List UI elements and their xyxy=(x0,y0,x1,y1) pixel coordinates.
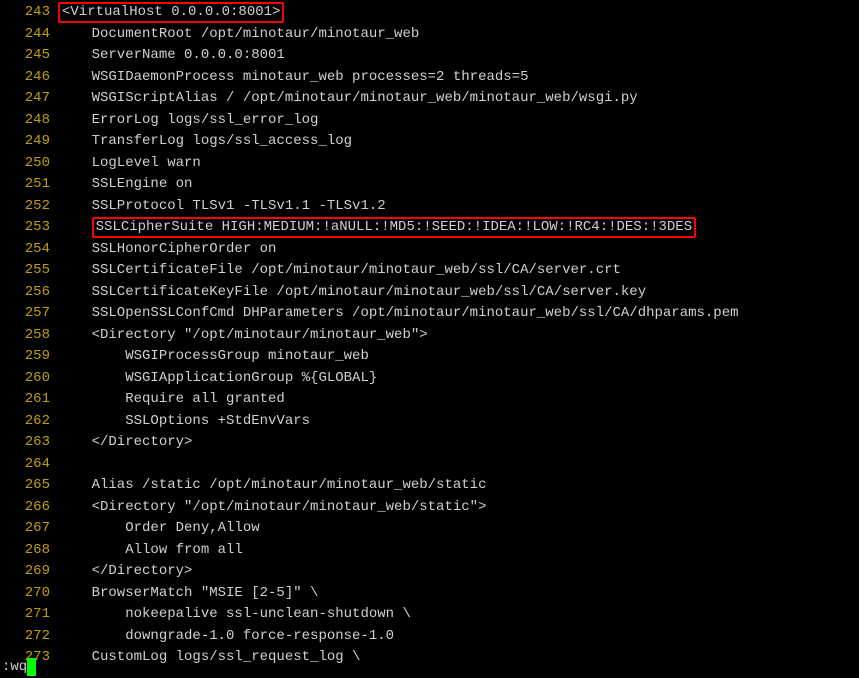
line-content: <VirtualHost 0.0.0.0:8001> xyxy=(58,2,859,24)
highlight-box: SSLCipherSuite HIGH:MEDIUM:!aNULL:!MD5:!… xyxy=(92,217,697,238)
line-number: 261 xyxy=(0,389,58,411)
highlight-box: <VirtualHost 0.0.0.0:8001> xyxy=(58,2,284,23)
line-content: SSLProtocol TLSv1 -TLSv1.1 -TLSv1.2 xyxy=(58,196,859,218)
code-line[interactable]: 252 SSLProtocol TLSv1 -TLSv1.1 -TLSv1.2 xyxy=(0,196,859,218)
code-line[interactable]: 272 downgrade-1.0 force-response-1.0 xyxy=(0,626,859,648)
code-line[interactable]: 251 SSLEngine on xyxy=(0,174,859,196)
code-line[interactable]: 268 Allow from all xyxy=(0,540,859,562)
code-line[interactable]: 258 <Directory "/opt/minotaur/minotaur_w… xyxy=(0,325,859,347)
line-content: BrowserMatch "MSIE [2-5]" \ xyxy=(58,583,859,605)
line-number: 256 xyxy=(0,282,58,304)
line-content: Allow from all xyxy=(58,540,859,562)
line-number: 272 xyxy=(0,626,58,648)
line-content: Alias /static /opt/minotaur/minotaur_web… xyxy=(58,475,859,497)
line-number: 243 xyxy=(0,2,58,24)
line-content: </Directory> xyxy=(58,432,859,454)
line-number: 258 xyxy=(0,325,58,347)
line-content: LogLevel warn xyxy=(58,153,859,175)
code-line[interactable]: 244 DocumentRoot /opt/minotaur/minotaur_… xyxy=(0,24,859,46)
line-number: 253 xyxy=(0,217,58,239)
line-content: <Directory "/opt/minotaur/minotaur_web"> xyxy=(58,325,859,347)
code-line[interactable]: 271 nokeepalive ssl-unclean-shutdown \ xyxy=(0,604,859,626)
line-number: 269 xyxy=(0,561,58,583)
line-content: SSLCipherSuite HIGH:MEDIUM:!aNULL:!MD5:!… xyxy=(58,217,859,239)
code-line[interactable]: 261 Require all granted xyxy=(0,389,859,411)
line-number: 250 xyxy=(0,153,58,175)
line-number: 244 xyxy=(0,24,58,46)
line-content: Require all granted xyxy=(58,389,859,411)
line-number: 257 xyxy=(0,303,58,325)
code-line[interactable]: 264 xyxy=(0,454,859,476)
code-line[interactable]: 259 WSGIProcessGroup minotaur_web xyxy=(0,346,859,368)
line-number: 271 xyxy=(0,604,58,626)
code-line[interactable]: 266 <Directory "/opt/minotaur/minotaur_w… xyxy=(0,497,859,519)
line-number: 259 xyxy=(0,346,58,368)
line-content: TransferLog logs/ssl_access_log xyxy=(58,131,859,153)
line-number: 260 xyxy=(0,368,58,390)
code-line[interactable]: 260 WSGIApplicationGroup %{GLOBAL} xyxy=(0,368,859,390)
line-number: 255 xyxy=(0,260,58,282)
code-line[interactable]: 253 SSLCipherSuite HIGH:MEDIUM:!aNULL:!M… xyxy=(0,217,859,239)
code-line[interactable]: 245 ServerName 0.0.0.0:8001 xyxy=(0,45,859,67)
code-line[interactable]: 269 </Directory> xyxy=(0,561,859,583)
code-line[interactable]: 257 SSLOpenSSLConfCmd DHParameters /opt/… xyxy=(0,303,859,325)
code-line[interactable]: 273 CustomLog logs/ssl_request_log \ xyxy=(0,647,859,669)
line-content: <Directory "/opt/minotaur/minotaur_web/s… xyxy=(58,497,859,519)
line-number: 262 xyxy=(0,411,58,433)
code-line[interactable]: 249 TransferLog logs/ssl_access_log xyxy=(0,131,859,153)
code-line[interactable]: 263 </Directory> xyxy=(0,432,859,454)
code-line[interactable]: 243<VirtualHost 0.0.0.0:8001> xyxy=(0,2,859,24)
line-content: SSLCertificateKeyFile /opt/minotaur/mino… xyxy=(58,282,859,304)
code-line[interactable]: 265 Alias /static /opt/minotaur/minotaur… xyxy=(0,475,859,497)
line-content: ErrorLog logs/ssl_error_log xyxy=(58,110,859,132)
line-number: 248 xyxy=(0,110,58,132)
line-content: WSGIProcessGroup minotaur_web xyxy=(58,346,859,368)
code-line[interactable]: 254 SSLHonorCipherOrder on xyxy=(0,239,859,261)
code-line[interactable]: 247 WSGIScriptAlias / /opt/minotaur/mino… xyxy=(0,88,859,110)
code-line[interactable]: 250 LogLevel warn xyxy=(0,153,859,175)
code-editor[interactable]: 243<VirtualHost 0.0.0.0:8001>244 Documen… xyxy=(0,0,859,669)
line-number: 254 xyxy=(0,239,58,261)
cursor-block xyxy=(27,658,36,676)
line-content: DocumentRoot /opt/minotaur/minotaur_web xyxy=(58,24,859,46)
line-content: SSLOpenSSLConfCmd DHParameters /opt/mino… xyxy=(58,303,859,325)
line-content: SSLEngine on xyxy=(58,174,859,196)
line-content: nokeepalive ssl-unclean-shutdown \ xyxy=(58,604,859,626)
line-content: WSGIApplicationGroup %{GLOBAL} xyxy=(58,368,859,390)
line-content: SSLOptions +StdEnvVars xyxy=(58,411,859,433)
line-number: 247 xyxy=(0,88,58,110)
vim-status-line: :wq xyxy=(0,657,36,678)
line-number: 265 xyxy=(0,475,58,497)
status-text: :wq xyxy=(2,657,27,678)
code-line[interactable]: 246 WSGIDaemonProcess minotaur_web proce… xyxy=(0,67,859,89)
code-line[interactable]: 267 Order Deny,Allow xyxy=(0,518,859,540)
line-number: 264 xyxy=(0,454,58,476)
line-content: WSGIScriptAlias / /opt/minotaur/minotaur… xyxy=(58,88,859,110)
line-content: </Directory> xyxy=(58,561,859,583)
line-content: SSLCertificateFile /opt/minotaur/minotau… xyxy=(58,260,859,282)
line-content: ServerName 0.0.0.0:8001 xyxy=(58,45,859,67)
line-number: 270 xyxy=(0,583,58,605)
line-number: 263 xyxy=(0,432,58,454)
line-number: 267 xyxy=(0,518,58,540)
line-number: 251 xyxy=(0,174,58,196)
line-content: Order Deny,Allow xyxy=(58,518,859,540)
code-line[interactable]: 255 SSLCertificateFile /opt/minotaur/min… xyxy=(0,260,859,282)
line-content: WSGIDaemonProcess minotaur_web processes… xyxy=(58,67,859,89)
line-number: 266 xyxy=(0,497,58,519)
line-number: 268 xyxy=(0,540,58,562)
line-content: CustomLog logs/ssl_request_log \ xyxy=(58,647,859,669)
line-content xyxy=(58,454,859,476)
line-number: 245 xyxy=(0,45,58,67)
line-content: SSLHonorCipherOrder on xyxy=(58,239,859,261)
code-line[interactable]: 248 ErrorLog logs/ssl_error_log xyxy=(0,110,859,132)
code-line[interactable]: 262 SSLOptions +StdEnvVars xyxy=(0,411,859,433)
line-content: downgrade-1.0 force-response-1.0 xyxy=(58,626,859,648)
code-line[interactable]: 270 BrowserMatch "MSIE [2-5]" \ xyxy=(0,583,859,605)
line-number: 246 xyxy=(0,67,58,89)
line-number: 252 xyxy=(0,196,58,218)
code-line[interactable]: 256 SSLCertificateKeyFile /opt/minotaur/… xyxy=(0,282,859,304)
line-number: 249 xyxy=(0,131,58,153)
